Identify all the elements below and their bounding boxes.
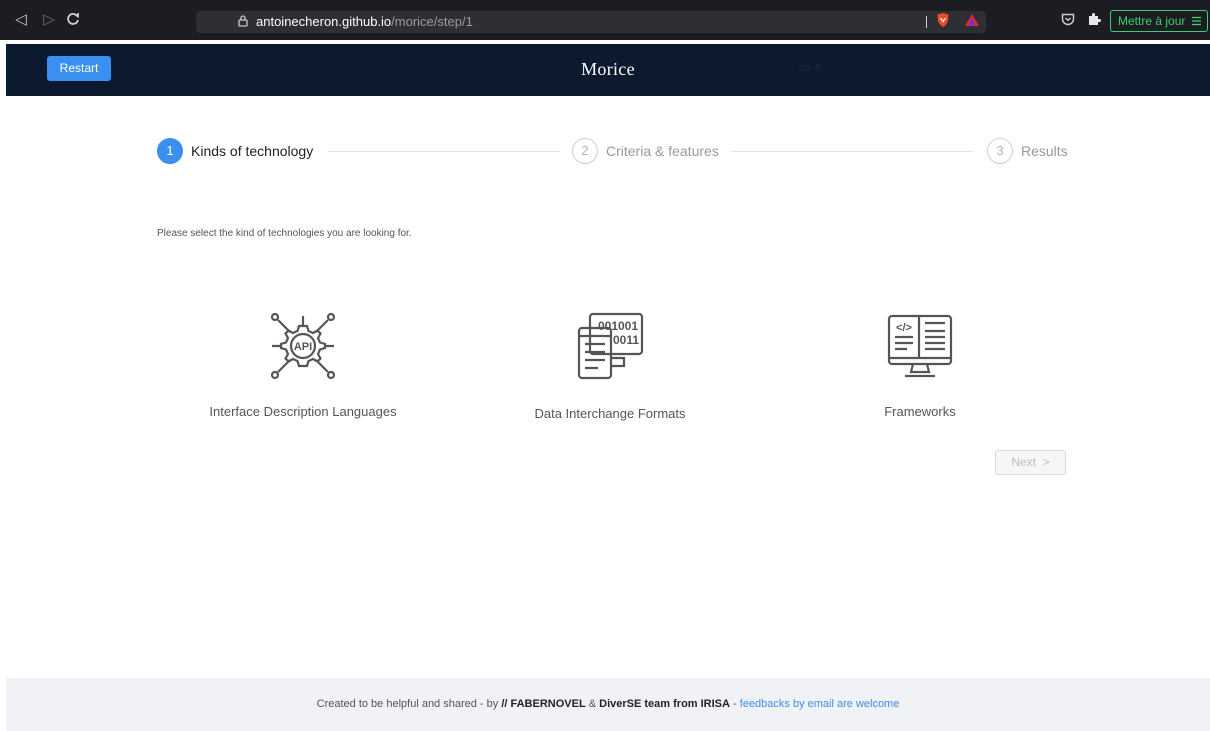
toolbar-divider [926,16,927,28]
brave-rewards-icon[interactable] [964,13,980,32]
reload-icon[interactable] [64,12,82,30]
footer-brand-diverse: DiverSE team from IRISA [599,698,730,710]
pocket-icon[interactable] [1061,13,1075,31]
step-2-label[interactable]: Criteria & features [606,143,719,159]
step-3-label[interactable]: Results [1021,143,1068,159]
next-button[interactable]: Next > [995,450,1066,475]
footer-dash: - [733,698,737,710]
url-text[interactable]: antoinecheron.github.io/morice/step/1 [256,14,473,29]
api-icon-text: API [294,341,312,353]
next-label: Next [1011,455,1036,469]
browser-toolbar: ◁ ▷ antoinecheron.github.io/morice/step/… [0,0,1210,40]
code-icon-text: </> [896,322,912,334]
code-monitor-icon: </> [887,314,953,378]
option-frameworks[interactable]: </> Frameworks [860,310,980,419]
update-button[interactable]: Mettre à jour [1110,10,1208,32]
binary-document-icon: 001001 0011 [577,312,644,380]
column-label: col-8 [799,63,821,74]
option-data-interchange-formats[interactable]: 001001 0011 Data Interchange Formats [526,310,694,421]
hamburger-menu-icon [1192,11,1201,37]
step-3-circle[interactable]: 3 [987,138,1013,164]
footer-text: Created to be helpful and shared - by [316,698,499,710]
binary-text-mid: 0011 [613,333,639,347]
step-1-circle[interactable]: 1 [157,138,183,164]
back-icon[interactable]: ◁ [12,12,30,28]
option-label: Data Interchange Formats [534,406,686,421]
option-label: Interface Description Languages [209,404,397,419]
app-title: Morice [581,59,635,79]
step-connector [328,151,560,152]
option-label: Frameworks [884,404,956,419]
feedback-link[interactable]: feedbacks by email are welcome [740,698,900,710]
url-domain: antoinecheron.github.io [256,14,392,29]
app-header: Restart Morice col-8 [6,44,1210,96]
step-2-circle[interactable]: 2 [572,138,598,164]
binary-text-top: 001001 [598,319,638,333]
step-1-label[interactable]: Kinds of technology [191,143,313,159]
lock-icon [238,14,248,28]
chevron-right-icon: > [1039,455,1050,469]
option-interface-description-languages[interactable]: API Interface Description Languages [200,310,406,419]
footer-amp: & [588,698,597,710]
intro-text: Please select the kind of technologies y… [157,228,412,239]
extensions-icon[interactable] [1087,12,1101,31]
update-label: Mettre à jour [1118,14,1186,28]
footer-brand-fabernovel: // FABERNOVEL [501,698,586,710]
forward-icon[interactable]: ▷ [40,12,58,28]
url-path: /morice/step/1 [391,14,473,29]
brave-shield-icon[interactable] [936,12,950,33]
footer: Created to be helpful and shared - by //… [6,678,1210,731]
api-gear-icon: API [270,312,336,380]
step-connector [731,151,973,152]
